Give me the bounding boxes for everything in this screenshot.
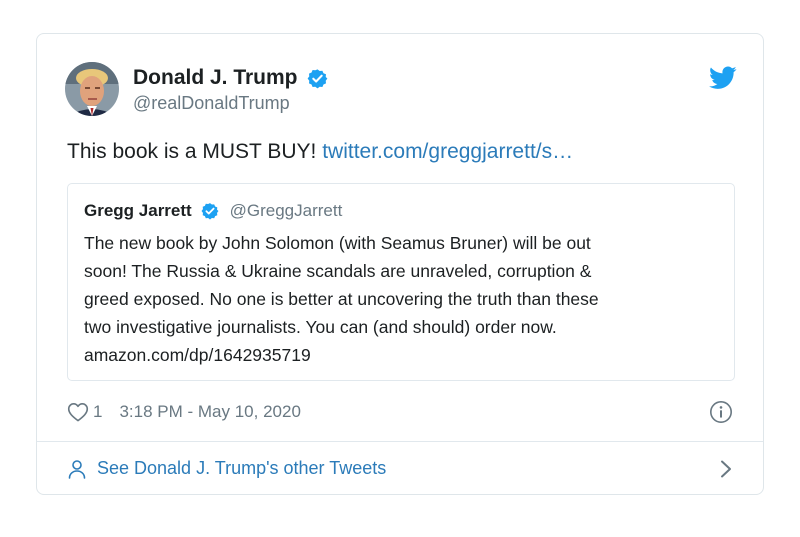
quoted-author-handle: @GreggJarrett (229, 201, 343, 220)
like-count[interactable]: 1 (93, 402, 102, 422)
avatar[interactable] (65, 62, 119, 116)
tweet-header: Donald J. Trump @realDonaldTrump (65, 62, 737, 122)
verified-badge-icon (307, 68, 328, 88)
quoted-tweet[interactable]: Gregg Jarrett @GreggJarrett The new book… (67, 183, 735, 381)
quoted-tweet-line: soon! The Russia & Ukraine scandals are … (84, 261, 592, 281)
other-tweets-link[interactable]: See Donald J. Trump's other Tweets (97, 458, 386, 479)
quoted-tweet-line: amazon.com/dp/1642935719 (84, 345, 311, 365)
author-block: Donald J. Trump @realDonaldTrump (133, 66, 328, 114)
twitter-bird-icon[interactable] (709, 66, 737, 90)
author-handle[interactable]: @realDonaldTrump (133, 93, 328, 114)
quoted-tweet-line: The new book by John Solomon (with Seamu… (84, 233, 591, 253)
embedded-tweet-card: Donald J. Trump @realDonaldTrump This bo… (36, 33, 764, 495)
quoted-tweet-header: Gregg Jarrett @GreggJarrett (84, 201, 342, 221)
avatar-photo (65, 62, 119, 116)
quoted-tweet-body: The new book by John Solomon (with Seamu… (84, 229, 724, 369)
verified-badge-icon (201, 203, 219, 220)
person-icon (68, 460, 86, 479)
tweet-meta: 1 3:18 PM - May 10, 2020 (67, 400, 301, 424)
chevron-right-icon[interactable] (719, 459, 733, 479)
info-icon[interactable] (709, 400, 733, 424)
card-footer[interactable]: See Donald J. Trump's other Tweets (67, 455, 733, 483)
card-divider (37, 441, 763, 442)
quoted-tweet-line: two investigative journalists. You can (… (84, 317, 557, 337)
tweet-text: This book is a MUST BUY! twitter.com/gre… (67, 140, 573, 164)
tweet-text-prefix: This book is a MUST BUY! (67, 140, 317, 163)
author-name[interactable]: Donald J. Trump (133, 66, 298, 90)
quoted-tweet-line: greed exposed. No one is better at uncov… (84, 289, 599, 309)
quoted-author-name: Gregg Jarrett (84, 201, 192, 220)
tweet-timestamp[interactable]: 3:18 PM - May 10, 2020 (119, 402, 300, 422)
heart-icon[interactable] (67, 402, 89, 422)
tweet-link[interactable]: twitter.com/greggjarrett/s… (322, 140, 573, 163)
